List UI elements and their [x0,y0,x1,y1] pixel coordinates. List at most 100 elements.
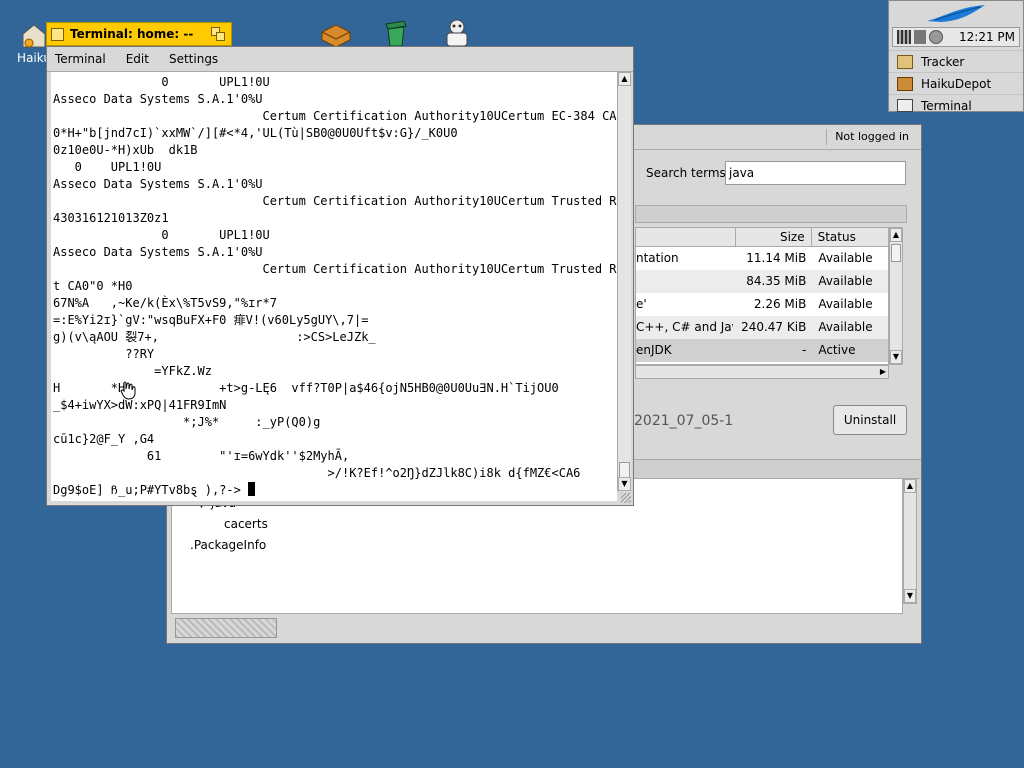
terminal-line: t CA0"0 *H0 [53,279,133,293]
terminal-line: Certum Certification Authority10UCertum … [53,109,618,123]
table-header: Size Status [636,228,888,247]
tree-item[interactable]: .PackageInfo [190,538,266,552]
menu-edit[interactable]: Edit [126,52,149,66]
deskbar: 12:21 PM Tracker HaikuDepot Terminal [888,0,1024,113]
terminal-line: 430316121013Z0z1 [53,211,169,225]
tree-item-label: .PackageInfo [190,538,267,552]
package-size: - [801,343,807,357]
terminal-text: 0 UPL1!0U Asseco Data Systems S.A.1'0%U … [51,72,617,499]
network-icon[interactable] [914,30,926,44]
system-tray: 12:21 PM [892,27,1020,47]
table-vertical-scrollbar[interactable]: ▲ ▼ [889,227,903,365]
column-status[interactable]: Status [810,228,888,246]
terminal-line: Certum Certification Authority10UCertum … [53,262,618,276]
package-name: e' [636,297,647,311]
package-icon [321,24,351,48]
package-name [636,270,733,293]
package-size: 11.14 MiB [746,251,807,265]
table-row[interactable]: 84.35 MiB Available [636,270,888,293]
terminal-line: Dg9$oE] ჩ_u;P#YTv8bȿ ),?-> [53,483,249,497]
trash-icon [385,20,407,47]
table-row[interactable]: e' 2.26 MiB Available [636,293,888,316]
terminal-output[interactable]: 0 UPL1!0U Asseco Data Systems S.A.1'0%U … [51,72,617,501]
terminal-window: Terminal Edit Settings 0 UPL1!0U Asseco … [46,46,634,506]
scroll-up-arrow-icon[interactable]: ▲ [890,228,902,242]
terminal-line: 0*H+"b[jnd7cI)`xxMW`/][#<*4,'UL(Tù|SB0@0… [53,126,458,140]
terminal-line: cū1c}2@F_Y ,G4 [53,432,155,446]
scroll-down-arrow-icon[interactable]: ▼ [618,477,631,491]
scroll-right-arrow-icon[interactable]: ▶ [880,367,886,376]
terminal-vertical-scrollbar[interactable]: ▲ ▼ [617,72,631,491]
scroll-thumb[interactable] [619,462,630,478]
terminal-line: Certum Certification Authority10UCertum … [53,194,618,208]
process-controller-icon[interactable] [897,30,911,44]
deskbar-app-label: HaikuDepot [921,76,992,91]
deskbar-app-haikudepot[interactable]: HaikuDepot [889,72,1023,94]
table-row-selected[interactable]: enJDK - Active [636,339,888,362]
column-size[interactable]: Size [735,228,810,246]
package-size: 84.35 MiB [746,274,807,288]
tree-item-label: cacerts [224,517,268,531]
terminal-line: 0 UPL1!0U [53,160,162,174]
tracker-icon [897,54,913,69]
text-cursor [248,482,256,496]
terminal-line: 67N%A ,~Ke/k(Èx\%T5vS9,"%ɪr*7 [53,296,277,310]
tree-vertical-scrollbar[interactable]: ▲ ▼ [903,478,917,604]
scroll-down-arrow-icon[interactable]: ▼ [890,350,902,364]
package-size: 2.26 MiB [753,297,807,311]
tray-icons[interactable] [897,30,943,44]
menu-bar: Terminal Edit Settings [47,47,633,72]
scroll-up-arrow-icon[interactable]: ▲ [904,479,916,493]
scroll-thumb[interactable] [891,244,901,262]
deskbar-app-label: Tracker [921,54,965,69]
terminal-line: 0 UPL1!0U [53,75,270,89]
column-name[interactable] [636,228,735,246]
mail-app-icon [446,19,468,47]
table-horizontal-scrollbar[interactable]: ▶ [635,365,889,379]
terminal-line: >/!K?Ef!^o2Ŋ}dZJlk8C)i8k d{fMZ€<CA6 [53,466,581,480]
haikudepot-icon [897,76,913,91]
resize-handle-icon[interactable] [621,493,631,503]
terminal-title-tab[interactable]: Terminal: home: -- [46,22,232,46]
volume-icon[interactable] [929,30,943,44]
menu-settings[interactable]: Settings [169,52,218,66]
package-version: 2021_07_05-1 [634,413,734,429]
search-label: Search terms: [646,166,730,180]
deskbar-app-tracker[interactable]: Tracker [889,50,1023,72]
package-status: Available [818,320,873,334]
search-input[interactable]: java [725,161,906,185]
package-status: Active [818,343,856,357]
login-status[interactable]: Not logged in [826,129,917,145]
terminal-line: =YFkZ.Wz [53,364,212,378]
terminal-line: 0 UPL1!0U [53,228,270,242]
table-row[interactable]: C++, C# and Java 240.47 KiB Available [636,316,888,339]
scroll-down-arrow-icon[interactable]: ▼ [904,589,916,603]
table-row[interactable]: ntation 11.14 MiB Available [636,247,888,270]
close-button[interactable] [51,27,64,41]
terminal-line: ??RY [53,347,155,361]
package-status: Available [818,274,873,288]
terminal-line: _$4+iwYX>dW:xPQ|41FR9ImN [53,398,227,412]
package-status: Available [818,297,873,311]
menu-terminal[interactable]: Terminal [55,52,106,66]
zoom-button[interactable] [211,27,225,41]
haiku-leaf-icon [927,5,985,22]
scroll-up-arrow-icon[interactable]: ▲ [618,72,631,86]
terminal-line: 61 "'ɪ=6wYdk''$2MyhÃ, [53,449,350,463]
haiku-menu-button[interactable] [889,1,1023,27]
package-name: ntation [636,251,679,265]
package-list-tabs[interactable] [635,205,907,223]
tree-item[interactable]: cacerts [224,517,268,531]
terminal-line: =:E%Yi2ɪ}`gV:"wsqBuFX+F0 痱V!(v60Ly5gUY\,… [53,313,369,327]
terminal-line: g)(v\ąAOU 裂7+, :>CS>LeJZk_ [53,330,376,344]
package-name: enJDK [636,343,672,357]
home-folder-icon [22,24,46,48]
deskbar-app-terminal[interactable]: Terminal [889,94,1023,116]
terminal-line: 0z10e0U-*H)xUb dk1B [53,143,198,157]
terminal-icon [897,99,913,112]
progress-indicator [175,618,277,638]
package-table[interactable]: Size Status ntation 11.14 MiB Available … [635,227,889,365]
window-title: Terminal: home: -- [70,27,194,41]
uninstall-button[interactable]: Uninstall [833,405,907,435]
clock[interactable]: 12:21 PM [959,30,1015,44]
